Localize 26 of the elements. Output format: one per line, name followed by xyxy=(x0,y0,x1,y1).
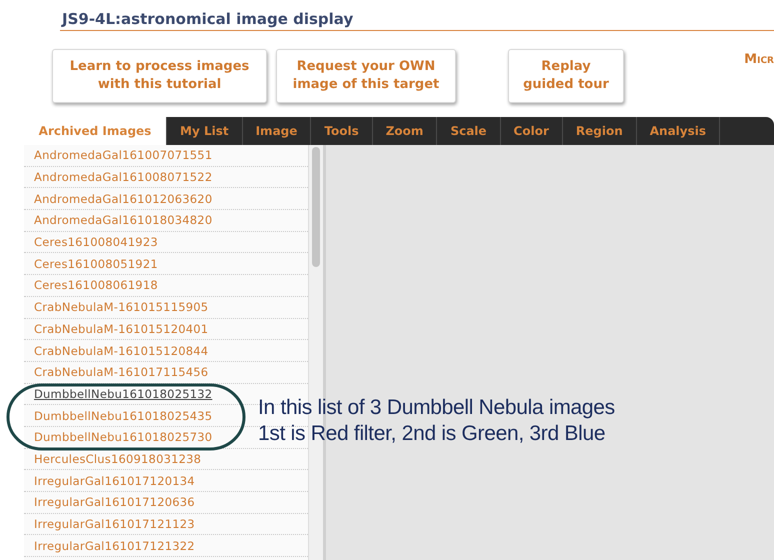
page-title: JS9-4L:astronomical image display xyxy=(62,10,354,28)
action-button[interactable]: Request your OWN image of this target xyxy=(276,48,456,102)
image-list-item[interactable]: CrabNebulaM-161015115905 xyxy=(34,300,208,314)
image-list-item[interactable]: AndromedaGal161007071551 xyxy=(34,148,212,162)
image-list-item[interactable]: DumbbellNebu161018025730 xyxy=(34,430,212,444)
image-list-item[interactable]: IrregularGal161017121322 xyxy=(34,538,195,553)
tab[interactable]: Archived Images xyxy=(24,117,167,145)
image-list-item[interactable]: AndromedaGal161012063620 xyxy=(34,192,212,206)
image-list-item[interactable]: IrregularGal161017120134 xyxy=(34,474,195,488)
image-list-item[interactable]: DumbbellNebu161018025435 xyxy=(34,408,212,423)
image-list-item[interactable]: DumbbellNebu161018025132 xyxy=(34,386,212,401)
image-list-item[interactable]: Ceres161008041923 xyxy=(34,235,158,250)
image-list-item[interactable]: Ceres161008051921 xyxy=(34,256,158,271)
image-list-item[interactable]: Ceres161008061918 xyxy=(34,278,158,292)
image-list-item[interactable]: IrregularGal161017120636 xyxy=(34,495,195,510)
annotation-text: In this list of 3 Dumbbell Nebula images 1st is Red filter, 2nd is Green, 3rd Blue xyxy=(258,395,615,447)
action-button[interactable]: Learn to process images with this tutorial xyxy=(52,48,267,102)
image-list-item[interactable]: AndromedaGal161008071522 xyxy=(34,170,212,184)
image-list-item[interactable]: AndromedaGal161018034820 xyxy=(34,213,212,228)
image-list-item[interactable]: CrabNebulaM-161015120844 xyxy=(34,344,208,358)
action-button[interactable]: Replay guided tour xyxy=(508,48,624,102)
nav-link[interactable]: Micr xyxy=(744,52,774,67)
image-list-item[interactable]: IrregularGal161017121123 xyxy=(34,517,195,532)
image-list-item[interactable]: CrabNebulaM-161015120401 xyxy=(34,322,208,336)
image-list-item[interactable]: CrabNebulaM-161017115456 xyxy=(34,365,208,380)
image-list-item[interactable]: HerculesClus160918031238 xyxy=(34,452,202,466)
